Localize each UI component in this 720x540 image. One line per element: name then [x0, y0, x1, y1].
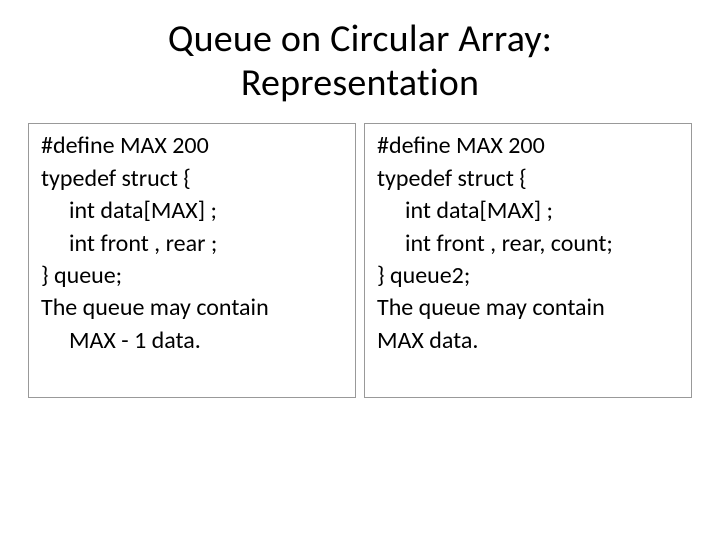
code-line: int data[MAX] ;: [377, 195, 679, 227]
code-box-left: #define MAX 200 typedef struct { int dat…: [28, 123, 356, 398]
code-line: int front , rear, count;: [377, 228, 679, 260]
code-line: #define MAX 200: [377, 130, 679, 162]
title-line-2: Representation: [28, 62, 692, 106]
code-line: int front , rear ;: [41, 228, 343, 260]
slide-title: Queue on Circular Array: Representation: [28, 18, 692, 105]
code-line: } queue2;: [377, 260, 679, 292]
code-line: #define MAX 200: [41, 130, 343, 162]
code-line: MAX data.: [377, 325, 679, 357]
slide: Queue on Circular Array: Representation …: [0, 0, 720, 540]
code-line: typedef struct {: [41, 163, 343, 195]
code-line: The queue may contain: [377, 292, 679, 324]
code-line: typedef struct {: [377, 163, 679, 195]
columns: #define MAX 200 typedef struct { int dat…: [28, 123, 692, 398]
code-line: The queue may contain: [41, 292, 343, 324]
code-line: } queue;: [41, 260, 343, 292]
code-line: MAX - 1 data.: [41, 325, 343, 357]
title-line-1: Queue on Circular Array:: [28, 18, 692, 62]
code-box-right: #define MAX 200 typedef struct { int dat…: [364, 123, 692, 398]
code-line: int data[MAX] ;: [41, 195, 343, 227]
